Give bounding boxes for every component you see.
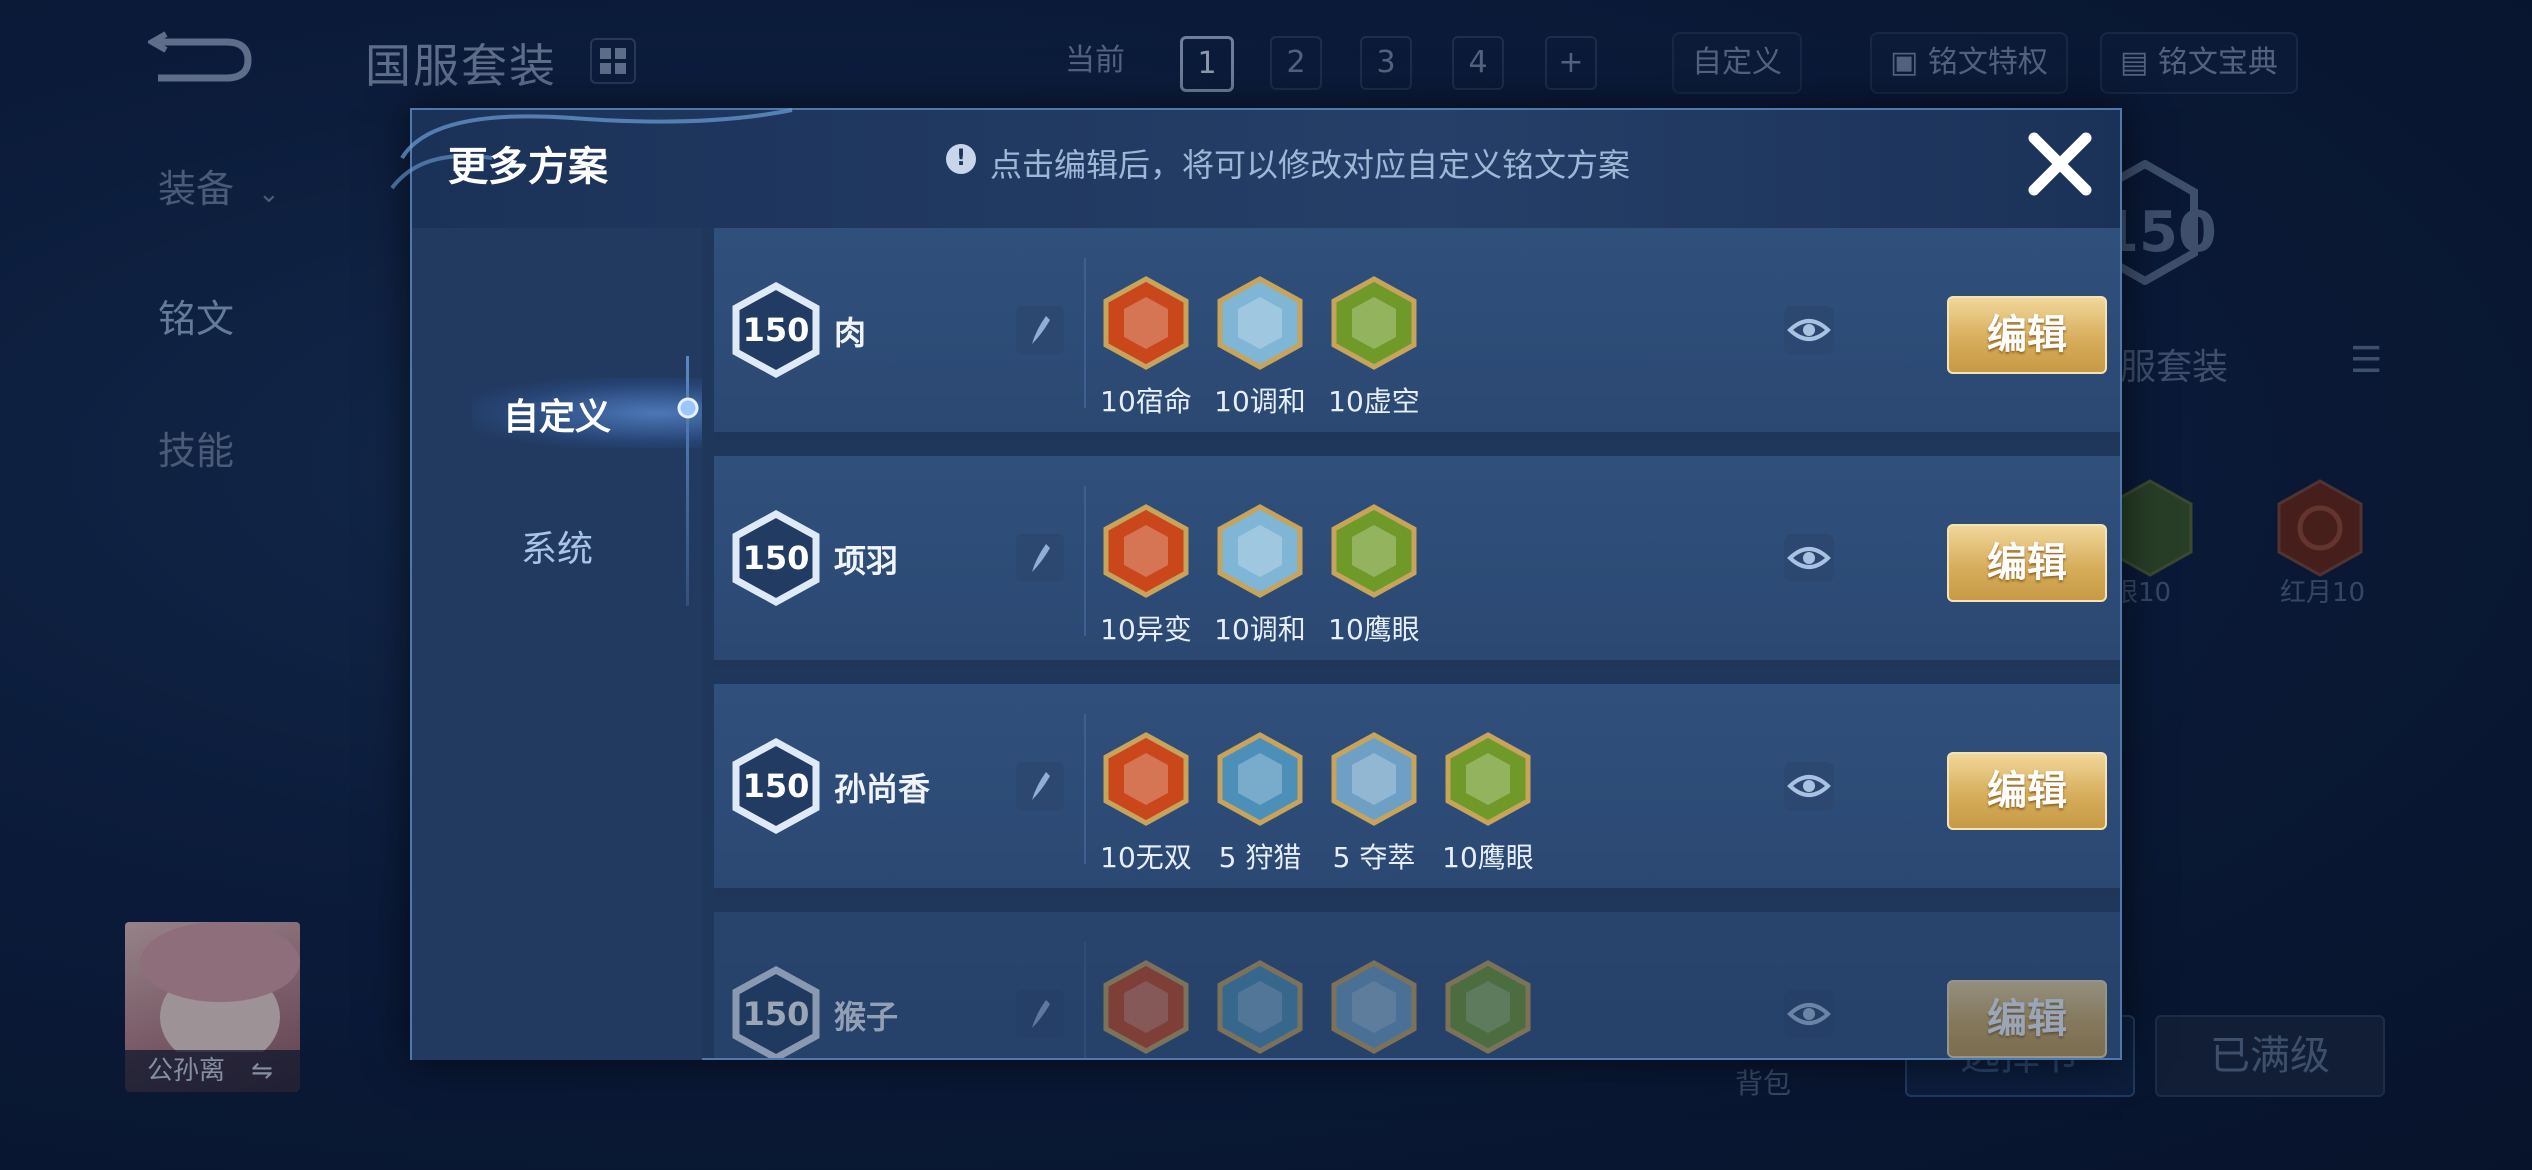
row-divider	[1084, 486, 1086, 636]
edit-button[interactable]: 编辑	[1947, 296, 2107, 374]
plan-list[interactable]: 150 肉 10宿命 10调和 10虚空 编辑 150 项羽 10异变 10调和 10鹰眼 编辑 150…	[702, 228, 2120, 1058]
rune-emblem-icon	[1445, 960, 1531, 1054]
tab-custom[interactable]: 自定义	[412, 388, 702, 440]
row-divider	[1084, 942, 1086, 1058]
preview-button[interactable]	[1784, 762, 1834, 810]
pencil-icon	[1032, 1000, 1050, 1028]
row-divider	[1084, 258, 1086, 408]
eye-icon	[1787, 775, 1831, 797]
preview-button[interactable]	[1784, 990, 1834, 1038]
rune-label: 10虚空	[1328, 385, 1420, 418]
plan-level: 150	[742, 767, 810, 805]
rune-label: 10鹰眼	[1328, 613, 1420, 646]
rune-label: 5 夺萃	[1332, 841, 1416, 874]
rune-emblem-icon	[1217, 504, 1303, 598]
plan-row: 150 孙尚香 10无双 5 狩猎 5 夺萃 10鹰眼 编辑	[714, 684, 2120, 896]
eye-icon	[1787, 547, 1831, 569]
plan-level: 150	[742, 311, 810, 349]
plan-name: 项羽	[834, 542, 899, 580]
pencil-icon	[1032, 316, 1050, 344]
pencil-icon	[1032, 544, 1050, 572]
plan-category-sidebar: 自定义 系统	[412, 228, 702, 1060]
plan-name: 肉	[834, 314, 867, 352]
info-icon: !	[946, 144, 976, 174]
rename-button[interactable]	[1016, 762, 1064, 810]
plan-name: 孙尚香	[834, 770, 931, 808]
close-icon[interactable]	[2020, 124, 2100, 204]
rune-emblem-icon	[1331, 276, 1417, 370]
row-divider	[1084, 714, 1086, 864]
rune-emblem-icon	[1103, 960, 1189, 1054]
rune-emblem-icon	[1217, 960, 1303, 1054]
plan-row: 150 猴子 编辑	[714, 912, 2120, 1058]
rune-emblem-icon	[1103, 504, 1189, 598]
tab-system[interactable]: 系统	[412, 520, 702, 572]
eye-icon	[1787, 1003, 1831, 1025]
rune-emblem-icon	[1103, 276, 1189, 370]
edit-button[interactable]: 编辑	[1947, 524, 2107, 602]
rune-label: 10宿命	[1100, 385, 1192, 418]
rune-label: 10鹰眼	[1442, 841, 1534, 874]
preview-button[interactable]	[1784, 534, 1834, 582]
rune-label: 10异变	[1100, 613, 1192, 646]
rune-emblem-icon	[1331, 960, 1417, 1054]
pencil-icon	[1032, 772, 1050, 800]
rename-button[interactable]	[1016, 990, 1064, 1038]
rune-label: 10调和	[1214, 613, 1306, 646]
more-plans-dialog: 更多方案 ! 点击编辑后，将可以修改对应自定义铭文方案 自定义 系统 150 肉 1…	[390, 108, 2122, 1060]
edit-button[interactable]: 编辑	[1947, 980, 2107, 1058]
edit-button[interactable]: 编辑	[1947, 752, 2107, 830]
eye-icon	[1787, 319, 1831, 341]
rune-emblem-icon	[1103, 732, 1189, 826]
dialog-header: 更多方案 ! 点击编辑后，将可以修改对应自定义铭文方案	[390, 108, 2120, 228]
plan-level: 150	[742, 995, 810, 1033]
plan-name: 猴子	[834, 998, 899, 1036]
rune-emblem-icon	[1445, 732, 1531, 826]
dialog-title: 更多方案	[448, 144, 608, 190]
plan-level: 150	[742, 539, 810, 577]
dialog-hint: 点击编辑后，将可以修改对应自定义铭文方案	[990, 146, 1631, 184]
plan-row: 150 项羽 10异变 10调和 10鹰眼 编辑	[714, 456, 2120, 668]
rename-button[interactable]	[1016, 534, 1064, 582]
rename-button[interactable]	[1016, 306, 1064, 354]
active-dot-icon	[677, 397, 699, 419]
rune-emblem-icon	[1217, 276, 1303, 370]
rune-label: 10无双	[1100, 841, 1192, 874]
rune-emblem-icon	[1217, 732, 1303, 826]
rune-label: 10调和	[1214, 385, 1306, 418]
preview-button[interactable]	[1784, 306, 1834, 354]
rune-emblem-icon	[1331, 732, 1417, 826]
rune-label: 5 狩猎	[1218, 841, 1302, 874]
plan-row: 150 肉 10宿命 10调和 10虚空 编辑	[714, 228, 2120, 440]
rune-emblem-icon	[1331, 504, 1417, 598]
